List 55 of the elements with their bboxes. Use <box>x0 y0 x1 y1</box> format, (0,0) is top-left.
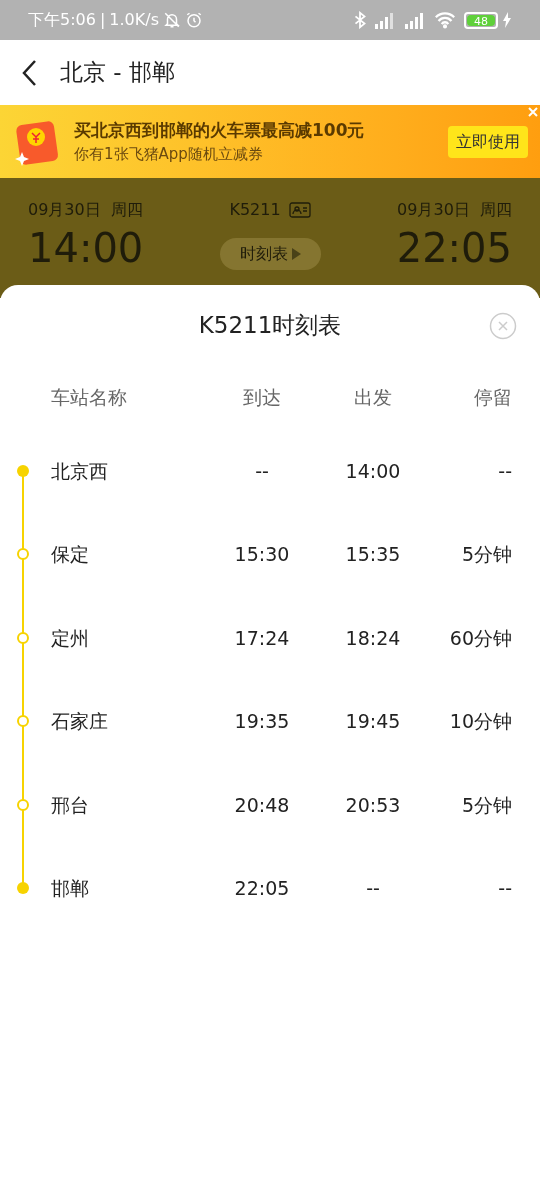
stop-duration: 60分钟 <box>448 625 512 651</box>
station-name: 保定 <box>51 542 90 567</box>
play-icon <box>291 248 301 260</box>
arrive-time-cell-text: -- <box>254 458 270 484</box>
arrive-date: 09月30日 周四 <box>397 199 512 221</box>
column-header: 停留 <box>473 384 512 410</box>
depart-time-cell-text: 18:24 <box>344 625 402 651</box>
sheet-title: K5211时刻表 <box>198 310 342 340</box>
alarm-icon <box>185 11 203 29</box>
depart-time-cell-text: -- <box>365 876 381 901</box>
arrive-time: 22:05 <box>396 224 512 273</box>
column-header: 到达 <box>242 384 282 410</box>
station-name: 北京西 <box>51 458 109 484</box>
column-header: 车站名称 <box>50 384 128 410</box>
use-now-button[interactable]: 立即使用 <box>448 125 528 158</box>
station-name: 定州 <box>51 625 90 651</box>
depart-time-cell-text: 19:45 <box>344 709 402 734</box>
id-card-icon <box>288 202 311 218</box>
station-name: 邯郸 <box>51 876 90 901</box>
stop-duration: 10分钟 <box>448 709 512 734</box>
arrive-time-cell-text: 22:05 <box>233 876 291 901</box>
arrive-time-cell-text: 17:24 <box>233 625 291 651</box>
status-time: 下午5:06 <box>28 9 96 31</box>
battery-level: 48 <box>467 14 495 26</box>
arrive-time-cell-text: 15:30 <box>233 542 291 567</box>
station-name: 石家庄 <box>51 709 109 734</box>
signal-icon <box>404 11 426 29</box>
stop-duration: 5分钟 <box>460 542 512 567</box>
depart-time-cell-text: 14:00 <box>344 458 402 484</box>
stop-duration: -- <box>497 876 512 901</box>
close-icon[interactable] <box>526 105 540 119</box>
schedule-button[interactable]: 时刻表 <box>219 238 321 270</box>
promo-subtitle: 你有1张飞猪App随机立减券 <box>74 143 264 165</box>
arrive-time-cell-text: 20:48 <box>233 792 291 818</box>
depart-date: 09月30日 周四 <box>28 199 144 221</box>
stop-duration: 5分钟 <box>460 792 512 818</box>
network-speed: 1.0K/s <box>109 9 159 31</box>
promo-banner[interactable]: 买北京西到邯郸的火车票最高减100元 你有1张飞猪App随机立减券 立即使用 <box>0 105 540 178</box>
column-header: 出发 <box>353 384 393 410</box>
page-title: 北京 - 邯郸 <box>60 58 175 88</box>
promo-title: 买北京西到邯郸的火车票最高减100元 <box>74 118 366 142</box>
wifi-icon <box>434 11 456 29</box>
bluetooth-icon <box>354 11 366 29</box>
close-icon[interactable] <box>489 312 517 340</box>
depart-time: 14:00 <box>28 224 144 273</box>
stop-duration: -- <box>497 458 512 484</box>
station-name: 邢台 <box>51 792 90 818</box>
train-number: K5211 <box>229 199 281 221</box>
depart-time-cell-text: 20:53 <box>344 792 402 818</box>
status-separator: | <box>99 9 106 31</box>
charging-icon <box>502 12 512 28</box>
depart-time-cell-text: 15:35 <box>344 542 402 567</box>
arrive-time-cell-text: 19:35 <box>233 709 291 734</box>
bell-muted-icon <box>163 11 181 29</box>
signal-icon <box>374 11 396 29</box>
